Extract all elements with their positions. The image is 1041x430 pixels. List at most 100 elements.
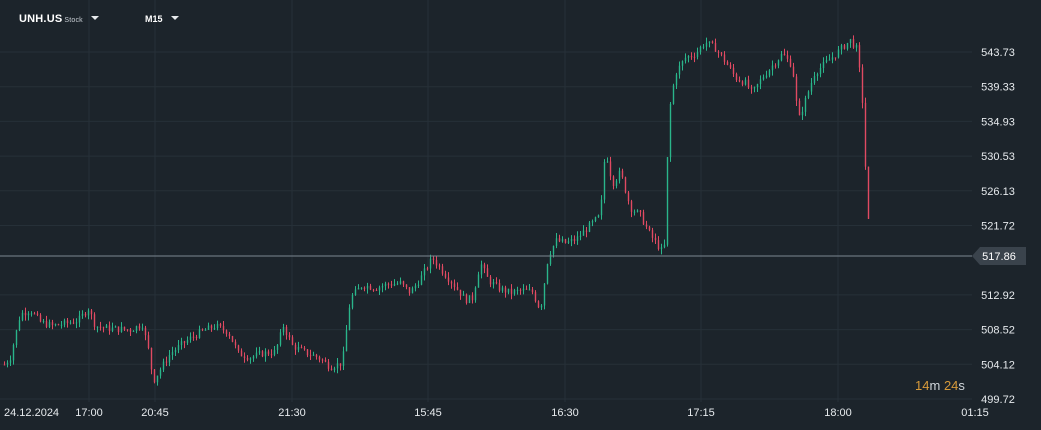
candle bbox=[564, 238, 567, 244]
candle bbox=[696, 47, 699, 60]
candle bbox=[51, 319, 54, 330]
candle bbox=[795, 73, 798, 107]
candle bbox=[276, 344, 279, 354]
time-tick-label: 17:15 bbox=[687, 407, 715, 419]
candle bbox=[87, 308, 90, 320]
timeframe-selector[interactable]: M15 bbox=[145, 14, 179, 24]
candle bbox=[582, 225, 585, 236]
candle bbox=[486, 264, 489, 277]
candle bbox=[378, 285, 381, 295]
candle bbox=[423, 263, 426, 281]
candle bbox=[453, 279, 456, 291]
candle bbox=[351, 293, 354, 310]
candle bbox=[849, 38, 852, 48]
candle bbox=[558, 234, 561, 243]
candle bbox=[741, 80, 744, 87]
candle bbox=[867, 166, 870, 220]
candle bbox=[609, 156, 612, 181]
time-tick-label: 01:15 bbox=[961, 407, 989, 419]
candle bbox=[822, 57, 825, 73]
candle bbox=[240, 348, 243, 357]
candle bbox=[465, 293, 468, 305]
candle bbox=[111, 322, 114, 333]
candle bbox=[228, 331, 231, 339]
candle bbox=[156, 375, 159, 386]
candle bbox=[39, 313, 42, 323]
price-tick-label: 521.72 bbox=[981, 221, 1015, 233]
candle bbox=[831, 52, 834, 64]
candle bbox=[780, 51, 783, 62]
candle bbox=[231, 335, 234, 343]
candle bbox=[684, 53, 687, 64]
candle bbox=[573, 235, 576, 245]
candle bbox=[366, 282, 369, 294]
candle bbox=[768, 69, 771, 78]
candle bbox=[69, 320, 72, 325]
time-tick-label: 16:30 bbox=[551, 407, 579, 419]
symbol-selector[interactable]: UNH.US Stock bbox=[19, 13, 99, 25]
candle bbox=[168, 350, 171, 367]
countdown-seconds-unit: s bbox=[958, 378, 965, 393]
chart-toolbar: UNH.US Stock M15 bbox=[0, 0, 975, 34]
candle bbox=[141, 323, 144, 331]
candle bbox=[720, 51, 723, 57]
candle bbox=[114, 325, 117, 328]
candle bbox=[756, 83, 759, 93]
candle bbox=[738, 76, 741, 83]
candle bbox=[432, 256, 435, 265]
candle bbox=[522, 284, 525, 295]
candle bbox=[342, 346, 345, 371]
candle bbox=[708, 41, 711, 48]
candle bbox=[651, 227, 654, 243]
candle bbox=[474, 286, 477, 303]
candle bbox=[192, 331, 195, 341]
candle bbox=[783, 48, 786, 56]
candle bbox=[633, 209, 636, 216]
candle bbox=[477, 271, 480, 288]
candle bbox=[753, 86, 756, 93]
candle bbox=[291, 335, 294, 346]
price-tick-label: 508.52 bbox=[981, 325, 1015, 337]
candle bbox=[852, 35, 855, 49]
candle bbox=[732, 63, 735, 78]
candle bbox=[681, 60, 684, 71]
candle bbox=[774, 63, 777, 69]
candle bbox=[201, 328, 204, 332]
candle bbox=[714, 38, 717, 52]
price-chart[interactable]: 543.73 539.33 534.93 530.53 526.13 521.72 512.… bbox=[0, 0, 1041, 430]
candle bbox=[45, 315, 48, 329]
candle bbox=[306, 349, 309, 358]
candle bbox=[519, 288, 522, 295]
candle bbox=[498, 279, 501, 293]
candle bbox=[858, 42, 861, 73]
symbol-label: UNH.US bbox=[19, 13, 63, 25]
candle bbox=[57, 323, 60, 326]
candle bbox=[726, 60, 729, 66]
candle bbox=[189, 332, 192, 343]
candle bbox=[819, 63, 822, 78]
candle bbox=[84, 312, 87, 318]
countdown-seconds: 24 bbox=[943, 378, 959, 393]
candle bbox=[531, 286, 534, 295]
candle bbox=[735, 72, 738, 82]
candle bbox=[381, 283, 384, 293]
candle bbox=[396, 281, 399, 286]
candle bbox=[348, 304, 351, 331]
candles bbox=[3, 35, 870, 386]
candle bbox=[450, 280, 453, 289]
candle bbox=[663, 239, 666, 249]
countdown-minutes-unit: m bbox=[929, 378, 941, 393]
candle bbox=[183, 340, 186, 349]
candle bbox=[549, 250, 552, 266]
candle bbox=[54, 323, 57, 327]
candle bbox=[360, 287, 363, 290]
candle bbox=[102, 326, 105, 333]
candle bbox=[321, 358, 324, 364]
candle bbox=[339, 363, 342, 371]
price-tick-label: 499.72 bbox=[981, 394, 1015, 406]
candle bbox=[210, 324, 213, 332]
candle bbox=[369, 283, 372, 291]
candle bbox=[414, 283, 417, 292]
candle bbox=[648, 225, 651, 232]
candle bbox=[150, 347, 153, 375]
